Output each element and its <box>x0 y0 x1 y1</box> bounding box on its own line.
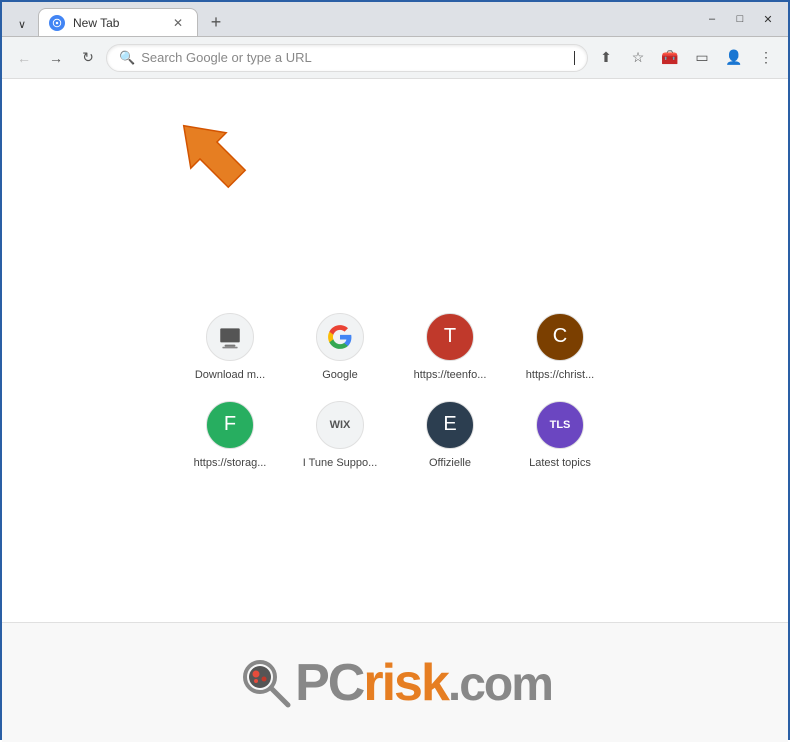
shortcut-label-itune: I Tune Suppo... <box>303 457 378 469</box>
profile-button[interactable]: 👤 <box>720 44 748 72</box>
minimize-button[interactable]: – <box>700 7 724 31</box>
address-bar[interactable]: 🔍 Search Google or type a URL <box>106 44 588 72</box>
shortcut-label-christ: https://christ... <box>526 369 594 381</box>
shortcut-teenfo[interactable]: Thttps://teenfo... <box>400 313 500 381</box>
title-bar: ∨ New Tab ✕ + – □ ✕ <box>2 2 788 37</box>
logo-icon <box>238 655 293 710</box>
chevron-down-icon: ∨ <box>18 18 26 31</box>
bookmark-button[interactable]: ☆ <box>624 44 652 72</box>
nav-right-buttons: ⬆ ☆ 🧰 ▭ 👤 ⋮ <box>592 44 780 72</box>
maximize-button[interactable]: □ <box>728 7 752 31</box>
text-cursor <box>574 51 575 65</box>
shortcut-itune[interactable]: WIX I Tune Suppo... <box>290 401 390 469</box>
shortcut-icon-itune: WIX <box>316 401 364 449</box>
window-controls: – □ ✕ <box>700 7 780 31</box>
shortcut-latest[interactable]: TLS Latest topics <box>510 401 610 469</box>
menu-button[interactable]: ⋮ <box>752 44 780 72</box>
shortcut-icon-google <box>316 313 364 361</box>
logo-text: PCrisk.com <box>295 653 552 713</box>
arrow-annotation <box>172 109 252 204</box>
shortcut-google[interactable]: Google <box>290 313 390 381</box>
active-tab[interactable]: New Tab ✕ <box>38 8 198 36</box>
navigation-bar: ← → ↻ 🔍 Search Google or type a URL ⬆ ☆ … <box>2 37 788 79</box>
shortcut-storage[interactable]: Fhttps://storag... <box>180 401 280 469</box>
tab-favicon <box>49 15 65 31</box>
shortcut-icon-offizielle: E <box>426 401 474 449</box>
share-button[interactable]: ⬆ <box>592 44 620 72</box>
cast-button[interactable]: ▭ <box>688 44 716 72</box>
shortcut-icon-christ: C <box>536 313 584 361</box>
extensions-button[interactable]: 🧰 <box>656 44 684 72</box>
shortcut-label-download-manager: Download m... <box>195 369 265 381</box>
tab-title: New Tab <box>73 16 161 30</box>
reload-button[interactable]: ↻ <box>74 44 102 72</box>
logo: PCrisk.com <box>238 653 552 713</box>
shortcuts-grid: Download m... GoogleThttps://teenfo...Ch… <box>180 313 610 469</box>
shortcut-icon-download-manager <box>206 313 254 361</box>
pc-text: PC <box>295 654 363 712</box>
footer: PCrisk.com <box>2 622 788 742</box>
shortcut-icon-latest: TLS <box>536 401 584 449</box>
shortcut-christ[interactable]: Chttps://christ... <box>510 313 610 381</box>
main-content: Download m... GoogleThttps://teenfo...Ch… <box>2 79 788 622</box>
tab-close-button[interactable]: ✕ <box>169 14 187 32</box>
shortcut-download-manager[interactable]: Download m... <box>180 313 280 381</box>
tab-area: ∨ New Tab ✕ + <box>10 2 230 36</box>
back-button[interactable]: ← <box>10 44 38 72</box>
forward-button[interactable]: → <box>42 44 70 72</box>
search-icon: 🔍 <box>119 50 135 66</box>
close-button[interactable]: ✕ <box>756 7 780 31</box>
shortcut-label-latest: Latest topics <box>529 457 591 469</box>
tab-list-button[interactable]: ∨ <box>10 12 34 36</box>
shortcut-icon-storage: F <box>206 401 254 449</box>
dotcom-text: .com <box>448 658 552 711</box>
new-tab-button[interactable]: + <box>202 8 230 36</box>
shortcut-icon-teenfo: T <box>426 313 474 361</box>
address-input[interactable]: Search Google or type a URL <box>141 50 566 65</box>
shortcut-offizielle[interactable]: E Offizielle <box>400 401 500 469</box>
shortcut-label-offizielle: Offizielle <box>429 457 471 469</box>
shortcut-label-storage: https://storag... <box>194 457 267 469</box>
risk-text: risk <box>363 654 448 712</box>
shortcut-label-teenfo: https://teenfo... <box>414 369 487 381</box>
shortcut-label-google: Google <box>322 369 357 381</box>
